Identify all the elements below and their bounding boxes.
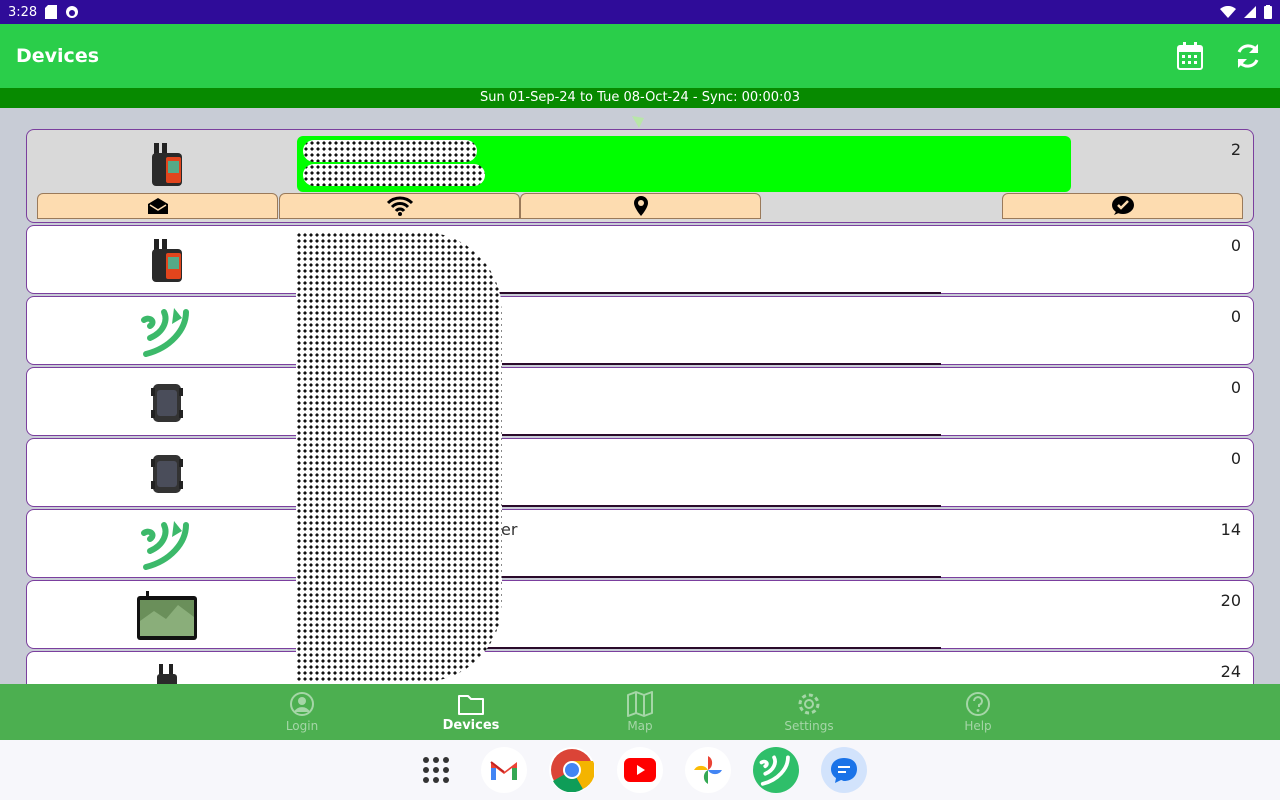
photos-icon — [694, 756, 722, 784]
nav-label: Map — [627, 719, 653, 733]
nav-label: Help — [964, 719, 992, 733]
app-bar: Devices — [0, 24, 1280, 88]
folder-icon — [458, 694, 484, 715]
redacted-subtitle — [303, 164, 485, 186]
sync-status-icon — [66, 6, 79, 18]
message-count: 24 — [1220, 662, 1241, 681]
nav-label: Settings — [784, 719, 834, 733]
messages-tab[interactable] — [37, 193, 278, 219]
photos-app[interactable] — [685, 747, 731, 793]
messages-app[interactable] — [821, 747, 867, 793]
rugged-tracker-icon — [127, 380, 207, 426]
signal-icon — [1244, 6, 1256, 18]
connectivity-tab[interactable] — [279, 193, 520, 219]
tablet-map-icon — [127, 591, 207, 640]
location-pin-icon — [633, 196, 648, 216]
help-circle-icon — [966, 692, 990, 716]
message-count: 2 — [1230, 140, 1241, 159]
youtube-icon — [624, 758, 656, 782]
refresh-icon — [1237, 44, 1259, 68]
inreach-mini-icon — [127, 142, 207, 188]
chrome-icon — [551, 749, 594, 792]
tracking-app[interactable] — [753, 747, 799, 793]
chat-check-icon — [1111, 196, 1134, 215]
location-tab[interactable] — [520, 193, 761, 219]
pull-indicator-icon — [632, 116, 644, 128]
satellite-signal-logo-icon — [127, 521, 207, 570]
nav-help[interactable]: Help — [894, 684, 1063, 740]
device-row[interactable]: 0 — [26, 296, 1254, 365]
redaction-overlay — [296, 232, 502, 682]
envelope-icon — [147, 198, 168, 214]
date-range-banner: Sun 01-Sep-24 to Tue 08-Oct-24 - Sync: 0… — [0, 88, 1280, 108]
redacted-name — [303, 140, 477, 162]
youtube-app[interactable] — [617, 747, 663, 793]
map-icon — [627, 691, 653, 717]
page-title: Devices — [16, 45, 100, 67]
message-count: 20 — [1220, 591, 1241, 610]
device-row[interactable]: 2 — [26, 129, 1254, 223]
messages-icon — [831, 758, 857, 783]
wifi-icon — [386, 196, 413, 216]
wifi-status-icon — [1220, 6, 1236, 18]
handheld-device-icon — [127, 664, 207, 684]
status-time: 3:28 — [8, 4, 38, 20]
nav-login[interactable]: Login — [218, 684, 387, 740]
inreach-mini-icon — [127, 238, 207, 284]
sd-card-icon — [45, 5, 58, 19]
app-drawer-icon — [423, 757, 449, 783]
device-list[interactable]: 2 0 0 0 0 er 14 20 24 — [26, 129, 1254, 684]
device-row[interactable]: 0 — [26, 367, 1254, 436]
device-row[interactable]: 20 — [26, 580, 1254, 649]
status-bar: 3:28 — [0, 0, 1280, 24]
device-row[interactable]: er 14 — [26, 509, 1254, 578]
nav-settings[interactable]: Settings — [725, 684, 894, 740]
message-count: 0 — [1230, 307, 1241, 326]
gmail-icon — [490, 761, 517, 780]
nav-map[interactable]: Map — [556, 684, 725, 740]
device-row[interactable]: 0 — [26, 225, 1254, 294]
tracking-app-icon — [759, 755, 790, 786]
device-row[interactable]: To 24 — [26, 651, 1254, 684]
gmail-app[interactable] — [481, 747, 527, 793]
device-row[interactable]: 0 — [26, 438, 1254, 507]
chat-tab[interactable] — [1002, 193, 1243, 219]
gear-icon — [798, 693, 820, 715]
chrome-app[interactable] — [549, 747, 595, 793]
message-count: 0 — [1230, 449, 1241, 468]
refresh-button[interactable] — [1232, 40, 1264, 72]
user-circle-icon — [290, 692, 314, 716]
message-count: 14 — [1220, 520, 1241, 539]
message-count: 0 — [1230, 236, 1241, 255]
app-drawer-button[interactable] — [413, 747, 459, 793]
device-name: er — [501, 520, 518, 539]
device-action-tabs — [37, 193, 1243, 219]
battery-icon — [1264, 5, 1272, 19]
calendar-icon — [1177, 42, 1203, 70]
nav-devices[interactable]: Devices — [387, 684, 556, 740]
rugged-tracker-icon — [127, 451, 207, 497]
system-dock — [0, 740, 1280, 800]
calendar-button[interactable] — [1174, 40, 1206, 72]
nav-label: Devices — [442, 717, 500, 733]
satellite-signal-logo-icon — [127, 308, 207, 357]
message-count: 0 — [1230, 378, 1241, 397]
bottom-navigation: Login Devices Map Settings Help — [0, 684, 1280, 740]
nav-label: Login — [285, 719, 319, 733]
